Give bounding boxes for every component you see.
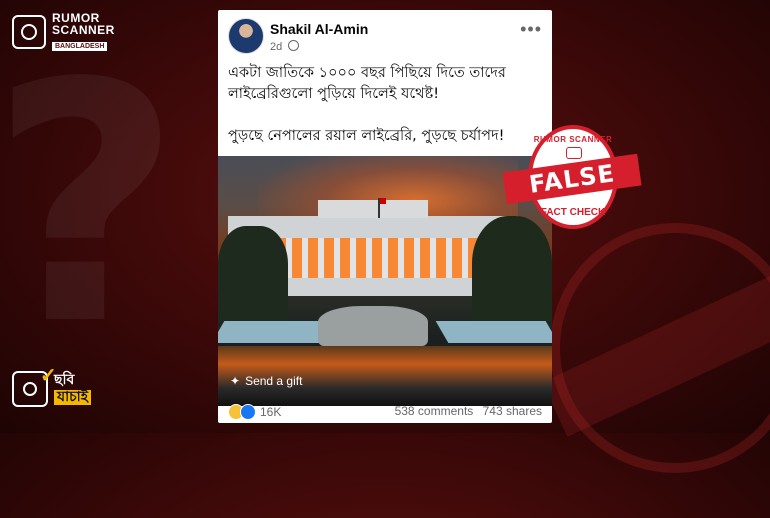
gift-icon: ✦ — [230, 374, 241, 388]
false-verdict-stamp: RUMOR SCANNER FACT CHECK FALSE — [502, 125, 642, 231]
chobi-jachai-logo: ✓ ছবি যাচাই — [12, 365, 92, 407]
author-name[interactable]: Shakil Al-Amin — [270, 21, 368, 37]
flag — [378, 198, 386, 218]
stamp-logo-icon — [566, 147, 582, 159]
like-reaction-icon — [240, 404, 256, 420]
brand2-line2: যাচাই — [54, 390, 92, 405]
post-time[interactable]: 2d — [270, 41, 282, 53]
stamp-subtitle: FACT CHECK — [540, 207, 606, 218]
avatar[interactable] — [228, 18, 264, 54]
brand-line2: SCANNER — [52, 23, 115, 37]
post-text: একটা জাতিকে ১০০০ বছর পিছিয়ে দিতে তাদের … — [228, 63, 542, 168]
reactions[interactable]: 16K — [228, 404, 281, 420]
scanner-icon — [12, 15, 46, 49]
checkmark-icon: ✓ — [40, 365, 57, 387]
brand2-line1: ছবি — [54, 372, 75, 389]
post-photo[interactable]: ✦ Send a gift — [218, 156, 552, 406]
send-gift-label: Send a gift — [245, 374, 303, 388]
post-header: Shakil Al-Amin 2d ••• — [228, 18, 542, 54]
stamp-ring-text: RUMOR SCANNER — [533, 135, 613, 144]
send-gift-button[interactable]: ✦ Send a gift — [230, 374, 302, 388]
reactions-count: 16K — [260, 405, 282, 419]
post-text-paragraph-1: একটা জাতিকে ১০০০ বছর পিছিয়ে দিতে তাদের … — [228, 65, 506, 102]
post-footer: 16K 538 comments 743 shares — [228, 402, 542, 422]
brand-line3: BANGLADESH — [52, 42, 108, 51]
globe-icon — [288, 40, 300, 51]
post-text-paragraph-2: পুড়ছে নেপালের রয়াল লাইব্রেরি, পুড়ছে চ… — [228, 128, 505, 144]
shares-count[interactable]: 743 shares — [483, 404, 542, 418]
fountain-statue — [318, 306, 428, 346]
comments-count[interactable]: 538 comments — [395, 404, 474, 418]
more-options-icon[interactable]: ••• — [520, 20, 542, 38]
rumor-scanner-logo: RUMOR SCANNER BANGLADESH — [12, 12, 115, 52]
facebook-post-card: Shakil Al-Amin 2d ••• একটা জাতিকে ১০০০ ব… — [218, 10, 552, 423]
background-question-mark: ? — [0, 13, 182, 397]
post-meta: 2d — [270, 40, 300, 53]
